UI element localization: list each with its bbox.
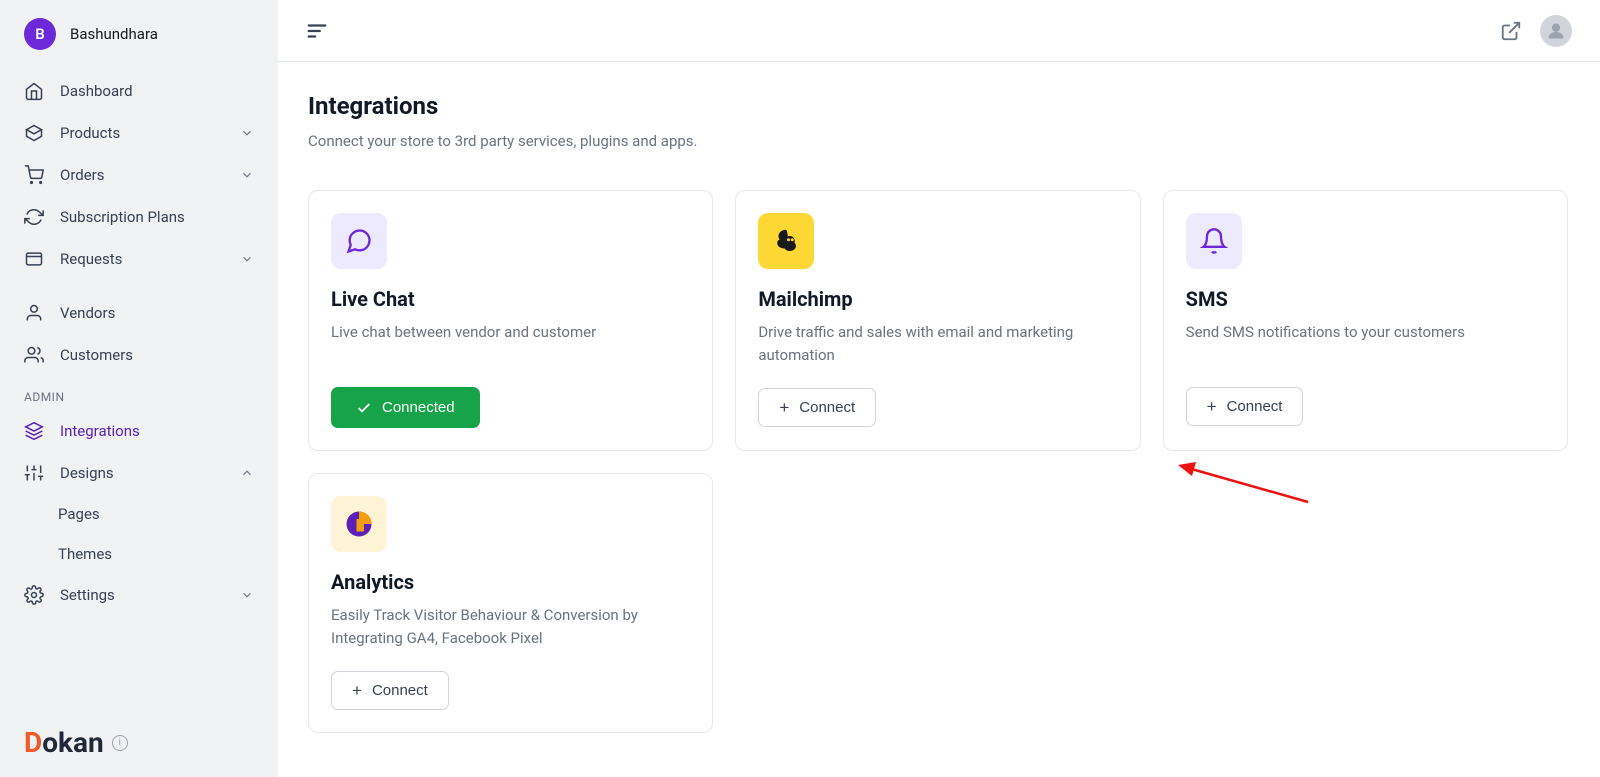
page-subtitle: Connect your store to 3rd party services… [308, 132, 1570, 150]
sidebar: B Bashundhara Dashboard Products Orders [0, 0, 278, 777]
plus-icon: + [1207, 398, 1217, 415]
card-description: Drive traffic and sales with email and m… [758, 321, 1117, 366]
plus-icon: + [779, 399, 789, 416]
topbar [278, 0, 1600, 62]
cart-icon [24, 165, 44, 185]
layers-icon [24, 421, 44, 441]
integration-card-analytics: Analytics Easily Track Visitor Behaviour… [308, 473, 713, 733]
integration-card-mailchimp: Mailchimp Drive traffic and sales with e… [735, 190, 1140, 451]
check-icon [356, 400, 372, 416]
user-avatar-icon[interactable] [1540, 15, 1572, 47]
sidebar-item-label: Products [60, 124, 224, 142]
sidebar-item-pages[interactable]: Pages [0, 494, 278, 534]
sidebar-item-subscription-plans[interactable]: Subscription Plans [0, 196, 278, 238]
sidebar-item-label: Settings [60, 586, 224, 604]
sidebar-nav: Dashboard Products Orders Subscrip [0, 70, 278, 616]
sidebar-section-admin: ADMIN [0, 376, 278, 410]
mailchimp-icon [758, 213, 814, 269]
sidebar-item-label: Dashboard [60, 82, 254, 100]
integration-cards: Live Chat Live chat between vendor and c… [308, 190, 1568, 733]
gear-icon [24, 585, 44, 605]
page-title: Integrations [308, 92, 1570, 120]
sidebar-item-label: Integrations [60, 422, 254, 440]
chevron-up-icon [240, 466, 254, 480]
chevron-down-icon [240, 252, 254, 266]
sidebar-item-requests[interactable]: Requests [0, 238, 278, 280]
bell-icon [1186, 213, 1242, 269]
profile-avatar: B [24, 18, 56, 50]
button-label: Connect [1227, 398, 1283, 415]
sidebar-item-themes[interactable]: Themes [0, 534, 278, 574]
button-label: Connect [799, 399, 855, 416]
sliders-icon [24, 463, 44, 483]
main-content: Integrations Connect your store to 3rd p… [278, 62, 1600, 777]
sidebar-item-products[interactable]: Products [0, 112, 278, 154]
button-label: Connected [382, 399, 455, 416]
user-icon [24, 303, 44, 323]
sidebar-item-label: Themes [58, 545, 254, 563]
card-description: Send SMS notifications to your customers [1186, 321, 1545, 365]
analytics-icon [331, 496, 387, 552]
card-description: Easily Track Visitor Behaviour & Convers… [331, 604, 690, 649]
card-title: Live Chat [331, 287, 690, 311]
home-icon [24, 81, 44, 101]
sidebar-item-dashboard[interactable]: Dashboard [0, 70, 278, 112]
chevron-down-icon [240, 168, 254, 182]
box-icon [24, 123, 44, 143]
chevron-down-icon [240, 126, 254, 140]
sidebar-item-designs[interactable]: Designs [0, 452, 278, 494]
sidebar-item-label: Subscription Plans [60, 208, 254, 226]
connected-button[interactable]: Connected [331, 387, 480, 428]
integration-card-live-chat: Live Chat Live chat between vendor and c… [308, 190, 713, 451]
refresh-icon [24, 207, 44, 227]
sidebar-item-label: Orders [60, 166, 224, 184]
sidebar-item-orders[interactable]: Orders [0, 154, 278, 196]
sidebar-item-label: Requests [60, 250, 224, 268]
info-icon[interactable]: i [112, 735, 128, 751]
plus-icon: + [352, 682, 362, 699]
profile-block[interactable]: B Bashundhara [0, 18, 278, 70]
sidebar-item-vendors[interactable]: Vendors [0, 292, 278, 334]
inbox-icon [24, 249, 44, 269]
external-link-icon[interactable] [1500, 20, 1522, 42]
card-title: Mailchimp [758, 287, 1117, 311]
connect-button[interactable]: + Connect [1186, 387, 1304, 426]
integration-card-sms: SMS Send SMS notifications to your custo… [1163, 190, 1568, 451]
card-title: Analytics [331, 570, 690, 594]
button-label: Connect [372, 682, 428, 699]
sidebar-item-label: Vendors [60, 304, 254, 322]
sidebar-item-label: Designs [60, 464, 224, 482]
menu-toggle-icon[interactable] [306, 20, 328, 42]
connect-button[interactable]: + Connect [758, 388, 876, 427]
card-description: Live chat between vendor and customer [331, 321, 690, 365]
brand-logo: Dokan i [24, 726, 128, 759]
sidebar-item-settings[interactable]: Settings [0, 574, 278, 616]
sidebar-item-integrations[interactable]: Integrations [0, 410, 278, 452]
card-title: SMS [1186, 287, 1545, 311]
sidebar-item-customers[interactable]: Customers [0, 334, 278, 376]
sidebar-item-label: Customers [60, 346, 254, 364]
sidebar-item-label: Pages [58, 505, 254, 523]
chevron-down-icon [240, 588, 254, 602]
users-icon [24, 345, 44, 365]
chat-icon [331, 213, 387, 269]
connect-button[interactable]: + Connect [331, 671, 449, 710]
profile-name: Bashundhara [70, 25, 158, 43]
